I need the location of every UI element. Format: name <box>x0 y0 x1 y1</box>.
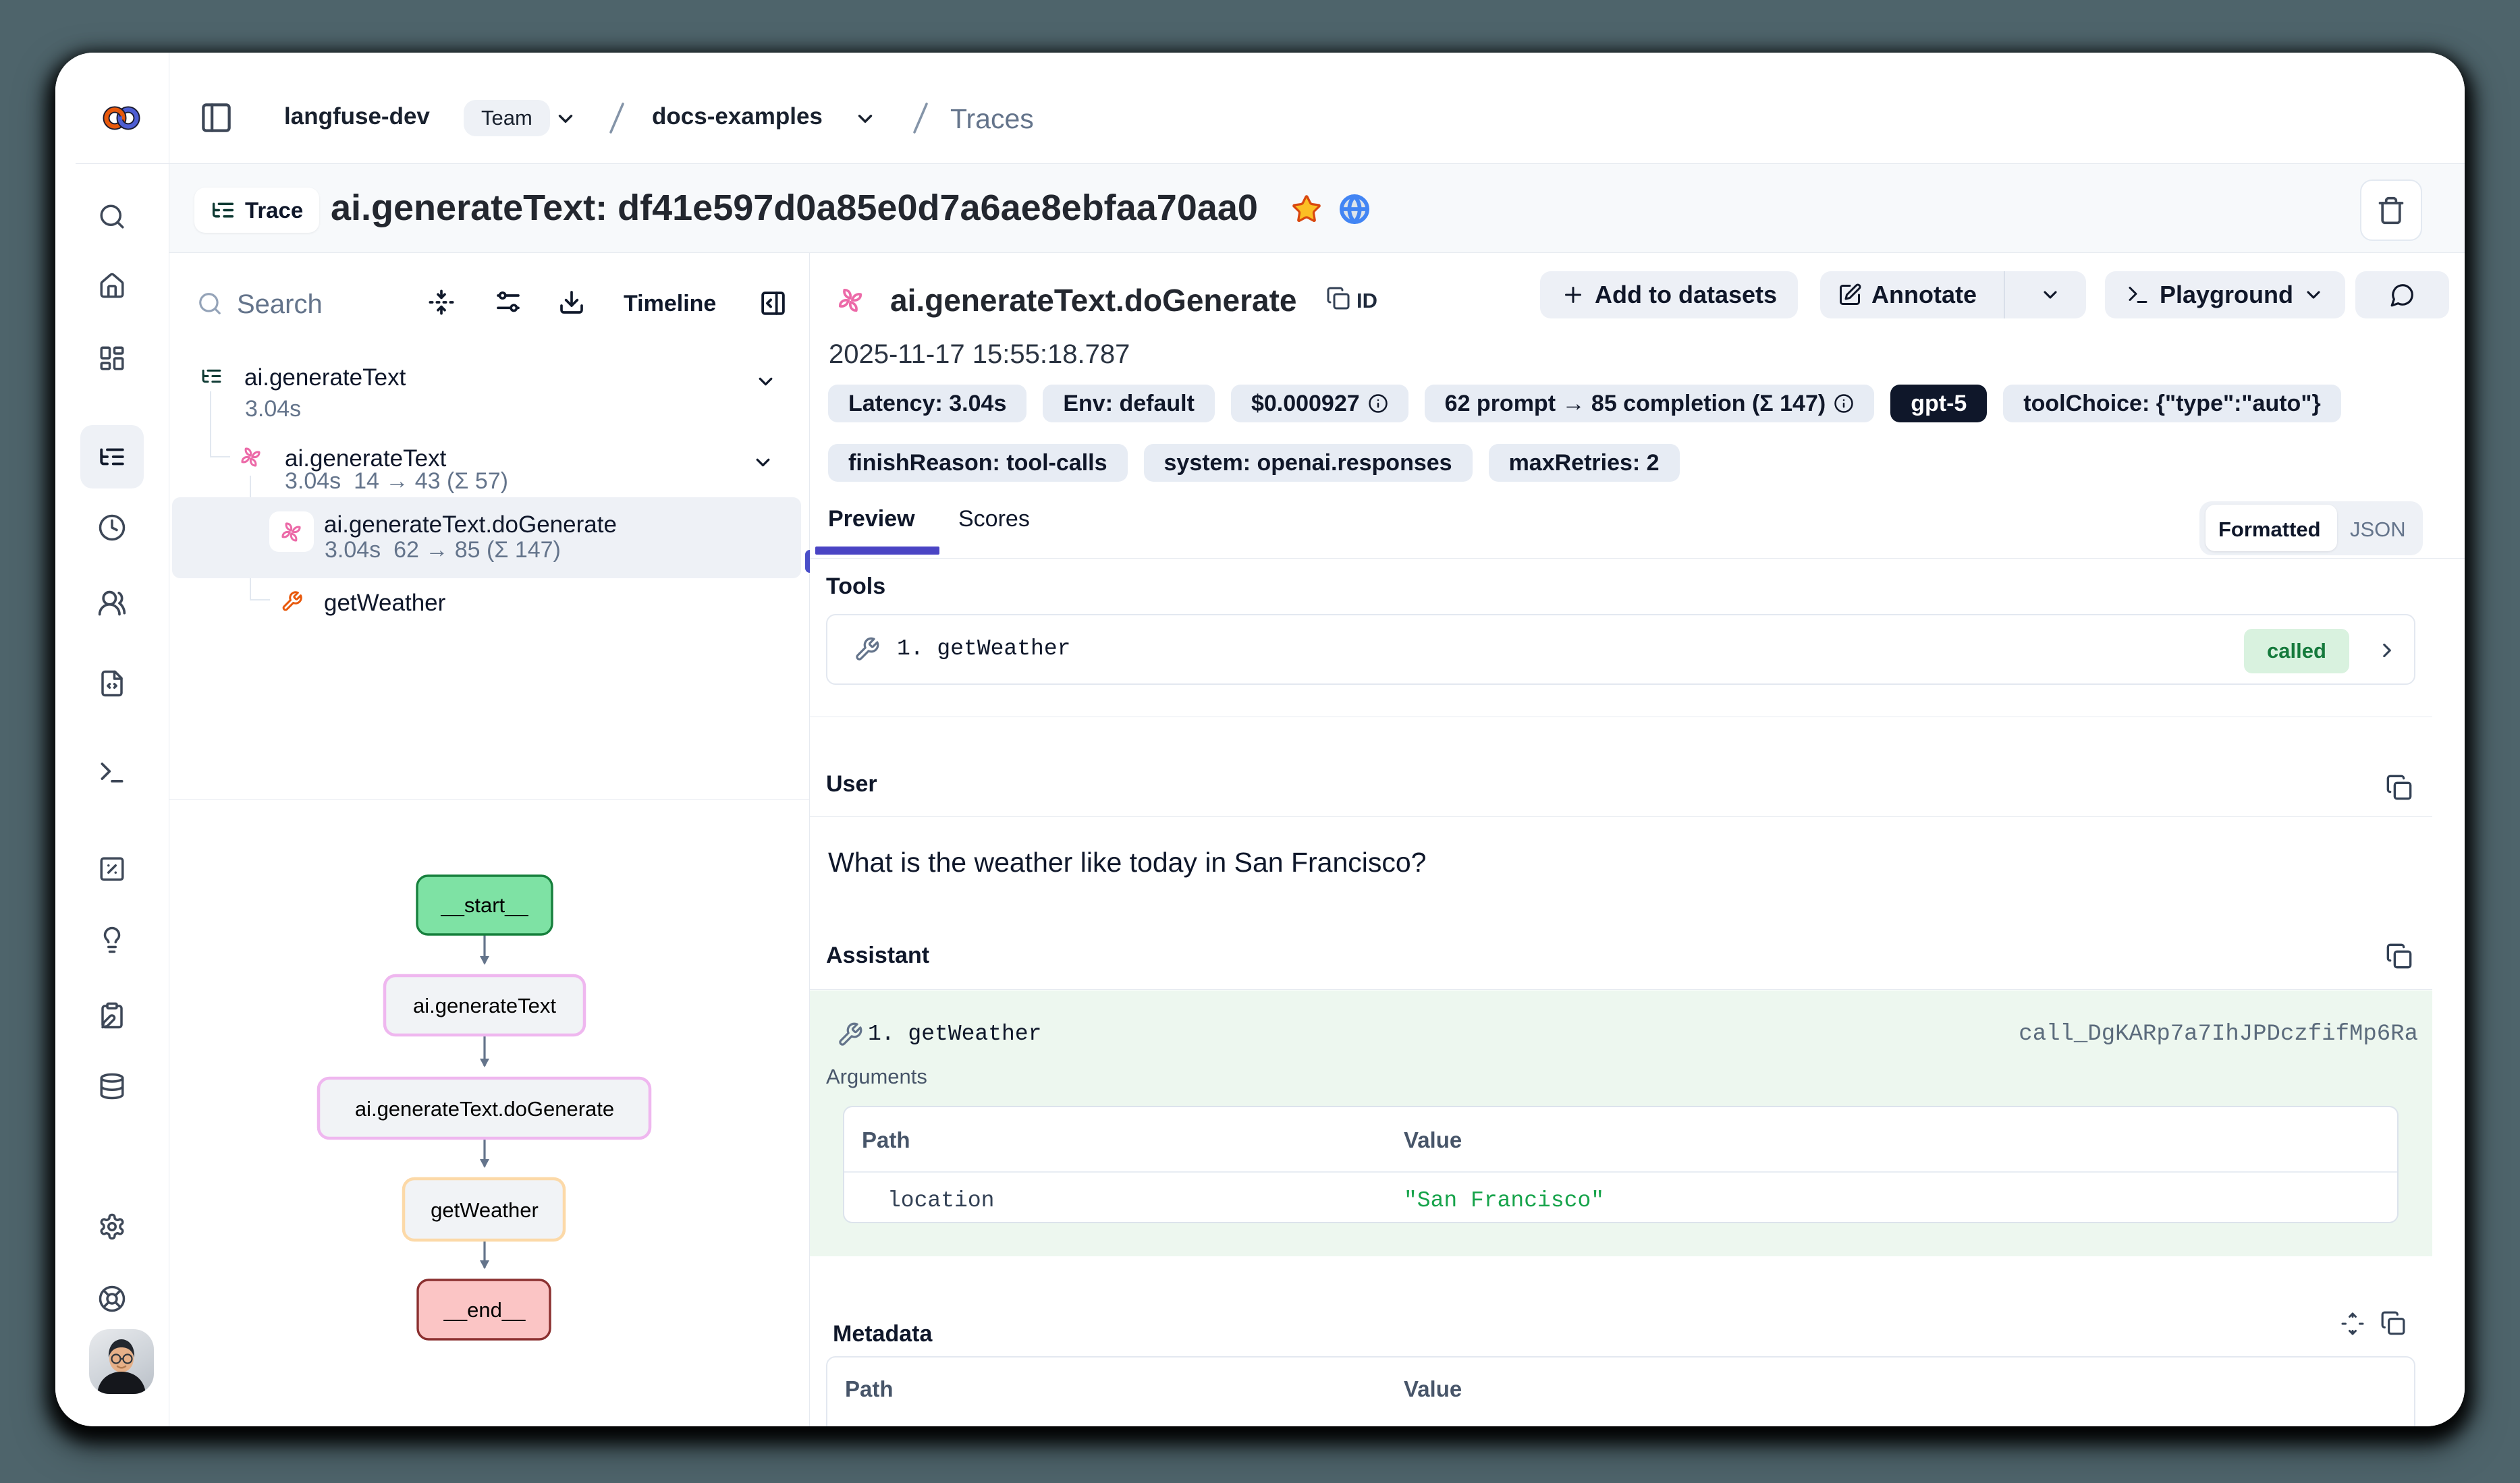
svg-text:__start__: __start__ <box>440 893 528 917</box>
svg-text:ai.generateText: ai.generateText <box>413 994 556 1017</box>
svg-text:__end__: __end__ <box>443 1298 526 1322</box>
svg-text:getWeather: getWeather <box>431 1198 539 1222</box>
svg-text:ai.generateText.doGenerate: ai.generateText.doGenerate <box>355 1097 614 1121</box>
